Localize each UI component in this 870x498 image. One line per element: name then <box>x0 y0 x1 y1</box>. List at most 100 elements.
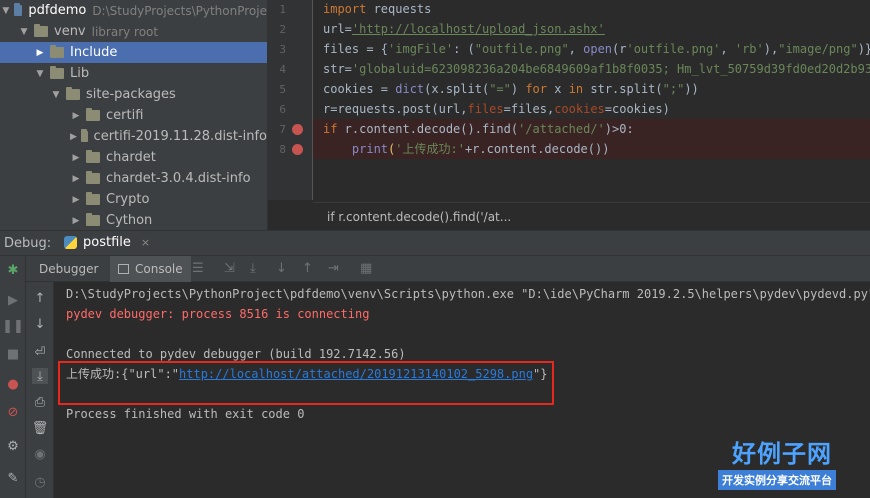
chevron-right-icon[interactable]: ▶ <box>70 147 82 168</box>
tree-item-label: chardet <box>106 150 156 165</box>
tree-item-crypto[interactable]: ▶ Crypto <box>0 189 267 210</box>
python-console-icon[interactable]: ◉ <box>32 446 48 462</box>
breakpoint-icon[interactable] <box>292 124 303 135</box>
tree-item-lib[interactable]: ▼ Lib <box>0 63 267 84</box>
tree-item-certifi[interactable]: ▶ certifi <box>0 105 267 126</box>
arrow-up-icon[interactable]: ↑ <box>32 290 48 306</box>
tree-item-label: chardet-3.0.4.dist-info <box>106 171 251 186</box>
chevron-right-icon[interactable]: ▶ <box>70 168 82 189</box>
stop-icon[interactable]: ■ <box>5 346 21 362</box>
line-number: 2 <box>279 23 286 36</box>
code-builtin: print <box>351 142 389 156</box>
code-param: files <box>467 102 504 116</box>
line-number: 4 <box>279 63 286 76</box>
line-number: 8 <box>279 143 286 156</box>
tree-item-chardet[interactable]: ▶ chardet <box>0 147 267 168</box>
chevron-right-icon[interactable]: ▶ <box>34 42 46 63</box>
chevron-down-icon[interactable]: ▼ <box>2 0 10 21</box>
folder-icon <box>34 24 48 37</box>
tree-item-certifi-dist-info[interactable]: ▶ certifi-2019.11.28.dist-info <box>0 126 267 147</box>
code-text: r.content.decode().find( <box>337 122 519 136</box>
tab-debugger[interactable]: Debugger <box>39 262 98 276</box>
folder-icon <box>86 150 100 163</box>
folder-icon <box>80 129 88 142</box>
tree-item-label: venv <box>54 24 86 39</box>
line-number: 3 <box>279 43 286 56</box>
layout-icon[interactable]: ☰ <box>192 261 204 276</box>
chevron-right-icon[interactable]: ▶ <box>70 126 77 147</box>
clock-icon[interactable]: ◷ <box>32 474 48 490</box>
code-text: : ( <box>453 42 475 56</box>
code-text: (x.split( <box>424 82 490 96</box>
tree-item-cython[interactable]: ▶ Cython <box>0 210 267 230</box>
console-finished-message: Process finished with exit code 0 <box>66 407 305 421</box>
code-text: )) <box>684 82 699 96</box>
tree-item-include[interactable]: ▶ Include <box>0 42 267 63</box>
gear-icon[interactable]: ⚙ <box>5 438 21 454</box>
code-string: "outfile.png" <box>474 42 569 56</box>
line-number: 6 <box>279 103 286 116</box>
chevron-down-icon[interactable]: ▼ <box>50 84 62 105</box>
code-string: 'http://localhost/upload_json.ashx' <box>351 22 605 36</box>
trash-icon[interactable]: 🗑 <box>32 420 49 436</box>
arrow-down-icon[interactable]: ↓ <box>32 316 48 332</box>
tree-item-label: pdfdemo <box>28 3 87 18</box>
code-string: 'globaluid=623098236a204be6849609af1b8f0… <box>351 62 870 76</box>
bug-icon[interactable]: ✱ <box>5 262 21 278</box>
close-icon[interactable]: × <box>141 236 150 249</box>
console-debugger-message: pydev debugger: process 8516 is connecti… <box>66 307 370 321</box>
tab-console[interactable]: Console <box>110 256 191 282</box>
code-editor[interactable]: 1 2 3 4 5 6 7 8 import requests url='htt… <box>268 0 870 230</box>
code-line-2: url='http://localhost/upload_json.ashx' <box>323 19 605 39</box>
soft-wrap-icon[interactable]: ⏎ <box>32 344 48 360</box>
code-string: 'rb' <box>734 42 764 56</box>
step-out-icon[interactable]: ↑ <box>302 261 313 276</box>
resume-icon[interactable]: ▶ <box>5 292 21 308</box>
view-breakpoints-icon[interactable]: ● <box>5 376 21 392</box>
step-over-icon[interactable]: ⤓ <box>250 261 256 276</box>
tree-item-site-packages[interactable]: ▼ site-packages <box>0 84 267 105</box>
mute-breakpoints-icon[interactable]: ⊘ <box>5 404 21 420</box>
tree-item-venv[interactable]: ▼ venv library root <box>0 21 267 42</box>
code-keyword: for <box>525 82 548 96</box>
code-text: cookies = <box>323 82 396 96</box>
breakpoint-icon[interactable] <box>292 144 303 155</box>
code-text: =cookies) <box>604 102 670 116</box>
tab-postfile[interactable]: postfile × <box>64 235 150 250</box>
chevron-right-icon[interactable]: ▶ <box>70 105 82 126</box>
code-text: requests <box>366 2 432 16</box>
tree-item-label: Lib <box>70 66 90 81</box>
pause-icon[interactable]: ❚❚ <box>2 318 24 334</box>
console-command-line: D:\StudyProjects\PythonProject\pdfdemo\v… <box>66 287 870 301</box>
chevron-down-icon[interactable]: ▼ <box>34 63 46 84</box>
chevron-right-icon[interactable]: ▶ <box>70 210 82 230</box>
tree-item-hint: library root <box>91 24 159 39</box>
tree-item-chardet-dist-info[interactable]: ▶ chardet-3.0.4.dist-info <box>0 168 267 189</box>
run-to-cursor-icon[interactable]: ⇥ <box>328 261 339 276</box>
tree-item-label: site-packages <box>86 87 176 102</box>
show-execution-point-icon[interactable]: ⇲ <box>224 261 235 276</box>
folder-icon <box>50 66 64 79</box>
console-icon <box>118 264 129 274</box>
chevron-down-icon[interactable]: ▼ <box>18 21 30 42</box>
code-keyword: in <box>568 82 584 96</box>
debug-tool-window-header: Debug: postfile × <box>0 230 870 256</box>
folder-icon <box>86 108 100 121</box>
print-icon[interactable]: ⎙ <box>32 394 48 410</box>
step-into-icon[interactable]: ↓ <box>276 261 287 276</box>
tree-item-pdfdemo[interactable]: ▼ pdfdemo D:\StudyProjects\PythonProje <box>0 0 267 21</box>
pin-icon[interactable]: ✎ <box>5 470 21 486</box>
code-text: +r.content.decode()) <box>464 142 610 156</box>
code-text: r=requests.post(url, <box>323 102 468 116</box>
code-param: cookies <box>554 102 605 116</box>
code-string: ";" <box>662 82 685 96</box>
chevron-right-icon[interactable]: ▶ <box>70 189 82 210</box>
editor-breadcrumb[interactable]: if r.content.decode().find('/at... <box>313 202 870 230</box>
evaluate-icon[interactable]: ▦ <box>360 261 372 276</box>
code-text: ) <box>510 82 526 96</box>
folder-icon <box>66 87 80 100</box>
tree-item-label: Cython <box>106 213 153 228</box>
scroll-to-end-icon[interactable]: ⤓ <box>32 368 48 384</box>
editor-gutter[interactable]: 1 2 3 4 5 6 7 8 <box>268 0 313 200</box>
code-string: "image/png" <box>778 42 858 56</box>
